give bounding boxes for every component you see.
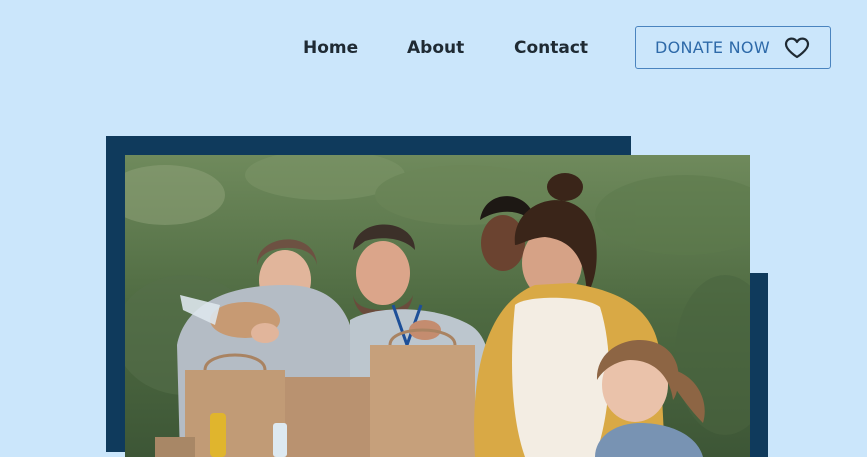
volunteers-photo-illustration xyxy=(125,155,750,457)
hero-frame-accent xyxy=(749,273,768,457)
nav-contact-link[interactable]: Contact xyxy=(514,37,588,59)
heart-icon xyxy=(784,37,810,59)
main-nav: Home About Contact DONATE NOW xyxy=(0,0,867,95)
donate-now-button[interactable]: DONATE NOW xyxy=(635,26,831,69)
hero-photo xyxy=(125,155,750,457)
donate-now-label: DONATE NOW xyxy=(655,38,770,57)
nav-home-link[interactable]: Home xyxy=(303,37,358,59)
nav-about-link[interactable]: About xyxy=(407,37,464,59)
